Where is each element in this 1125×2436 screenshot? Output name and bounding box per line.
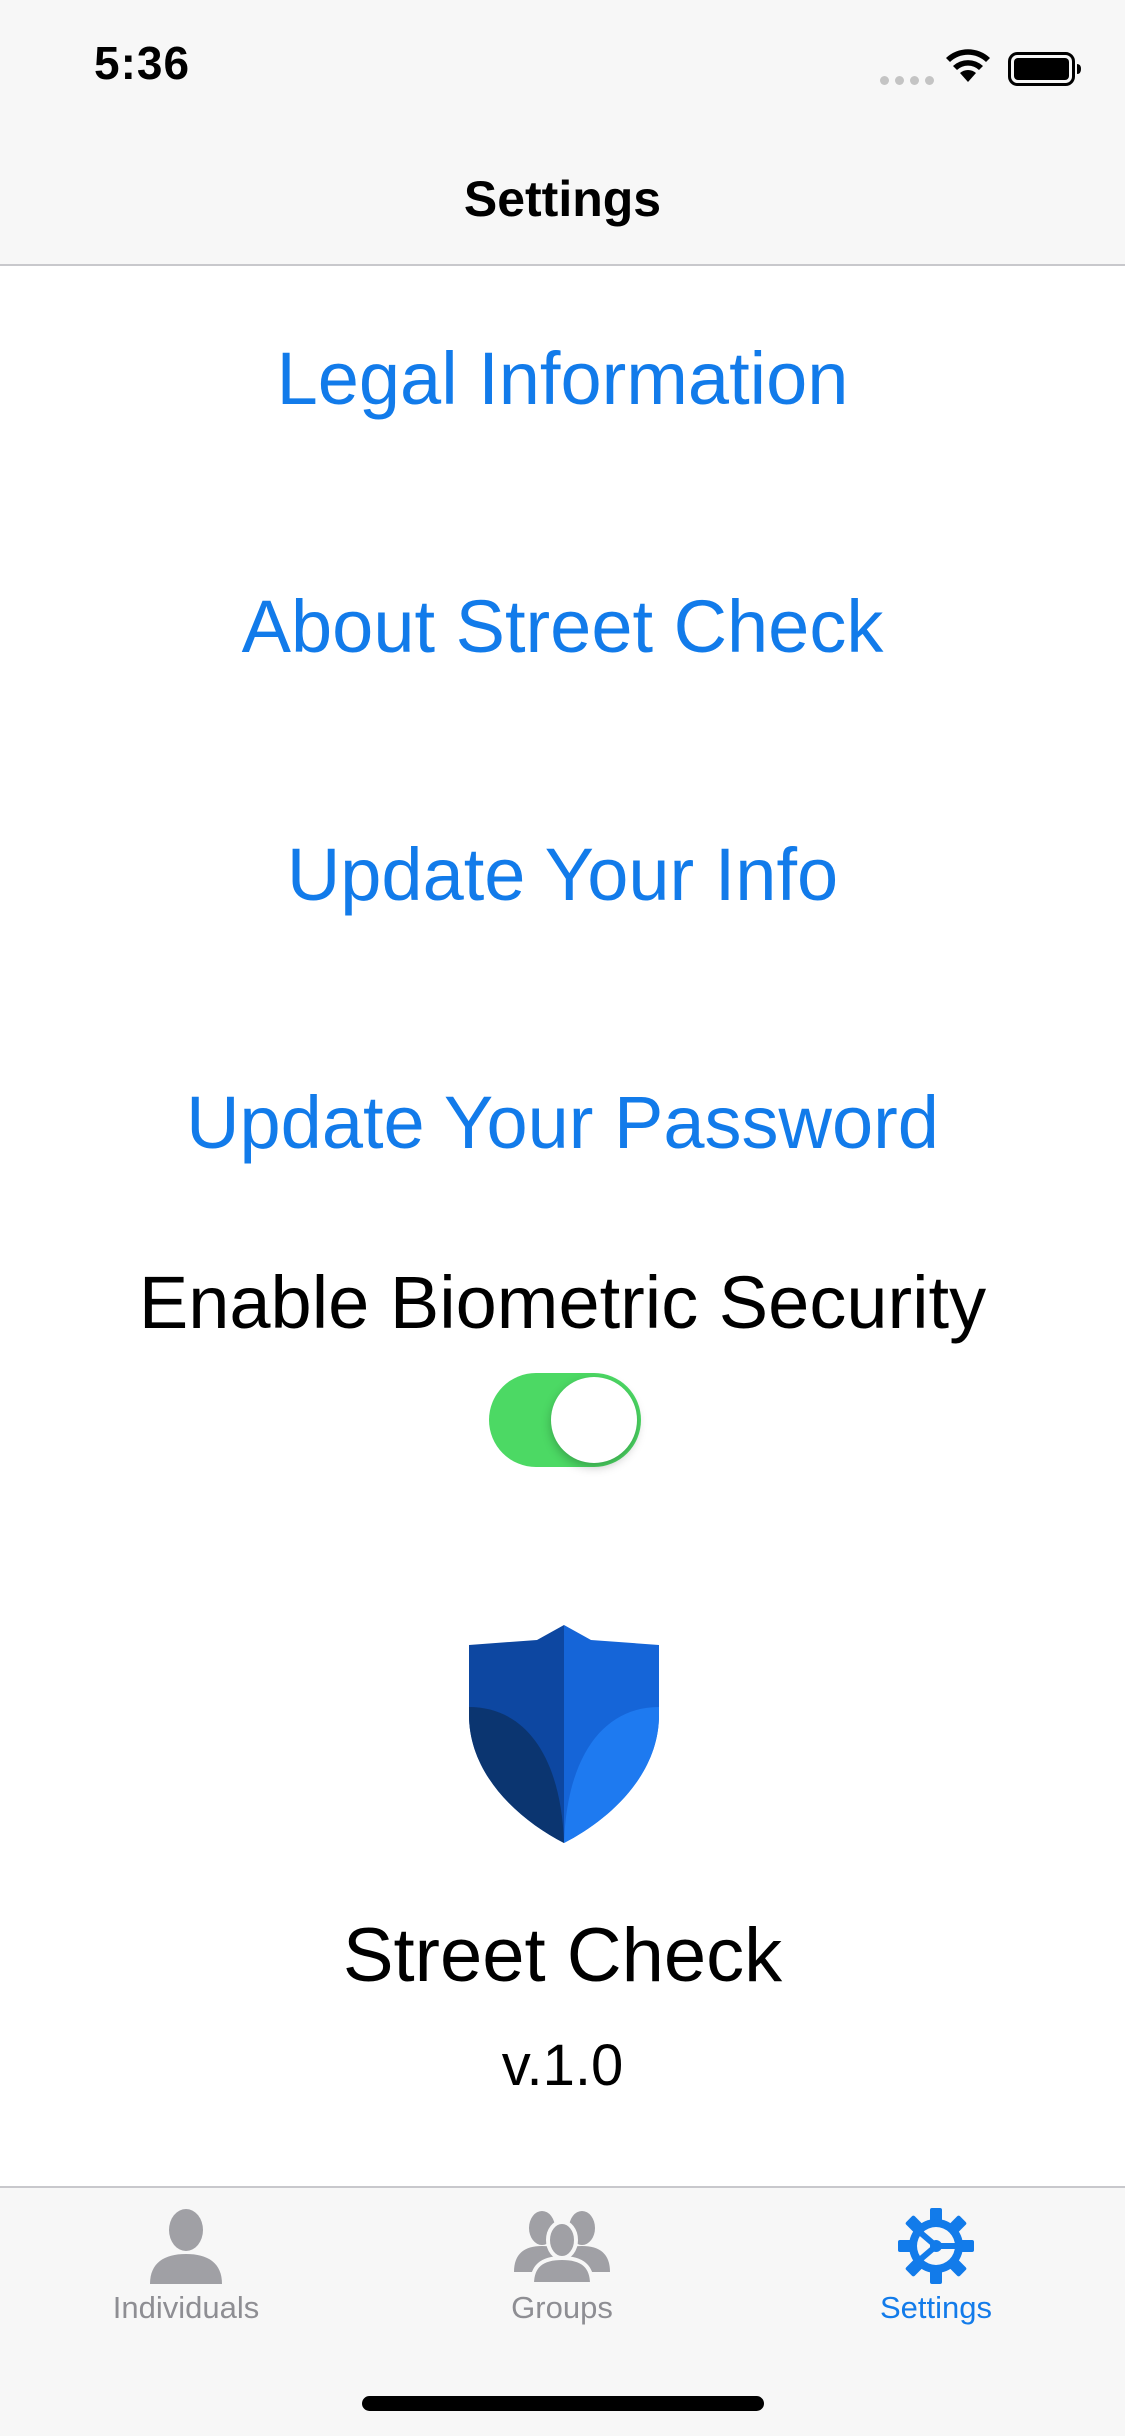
tab-settings[interactable]: Settings [811, 2208, 1061, 2358]
about-street-check-link[interactable]: About Street Check [0, 584, 1125, 669]
update-your-password-link[interactable]: Update Your Password [0, 1080, 1125, 1165]
battery-icon [1008, 52, 1081, 86]
toggle-knob [551, 1377, 637, 1463]
wifi-icon [946, 49, 990, 82]
group-icon [514, 2211, 610, 2284]
home-indicator [362, 2396, 764, 2411]
legal-information-link[interactable]: Legal Information [0, 336, 1125, 421]
settings-screen: 5:36 Settings Legal Information About St… [0, 0, 1125, 2436]
page-title: Settings [463, 171, 662, 227]
app-version: v.1.0 [501, 2033, 624, 2098]
app-name: Street Check [342, 1913, 783, 1998]
person-icon [150, 2209, 222, 2284]
update-your-info-link[interactable]: Update Your Info [0, 832, 1125, 917]
header: 5:36 Settings [0, 0, 1125, 266]
gear-icon [898, 2208, 974, 2284]
tab-groups[interactable]: Groups [437, 2208, 687, 2358]
biometric-security-toggle[interactable] [489, 1373, 641, 1467]
tab-groups-label: Groups [511, 2290, 613, 2325]
shield-icon [469, 1625, 659, 1843]
biometric-security-label: Enable Biometric Security [138, 1261, 987, 1344]
tab-individuals[interactable]: Individuals [61, 2208, 311, 2358]
status-time: 5:36 [94, 37, 191, 89]
tab-settings-label: Settings [879, 2290, 992, 2325]
cellular-signal-icon [880, 76, 934, 85]
tab-individuals-label: Individuals [112, 2290, 260, 2325]
